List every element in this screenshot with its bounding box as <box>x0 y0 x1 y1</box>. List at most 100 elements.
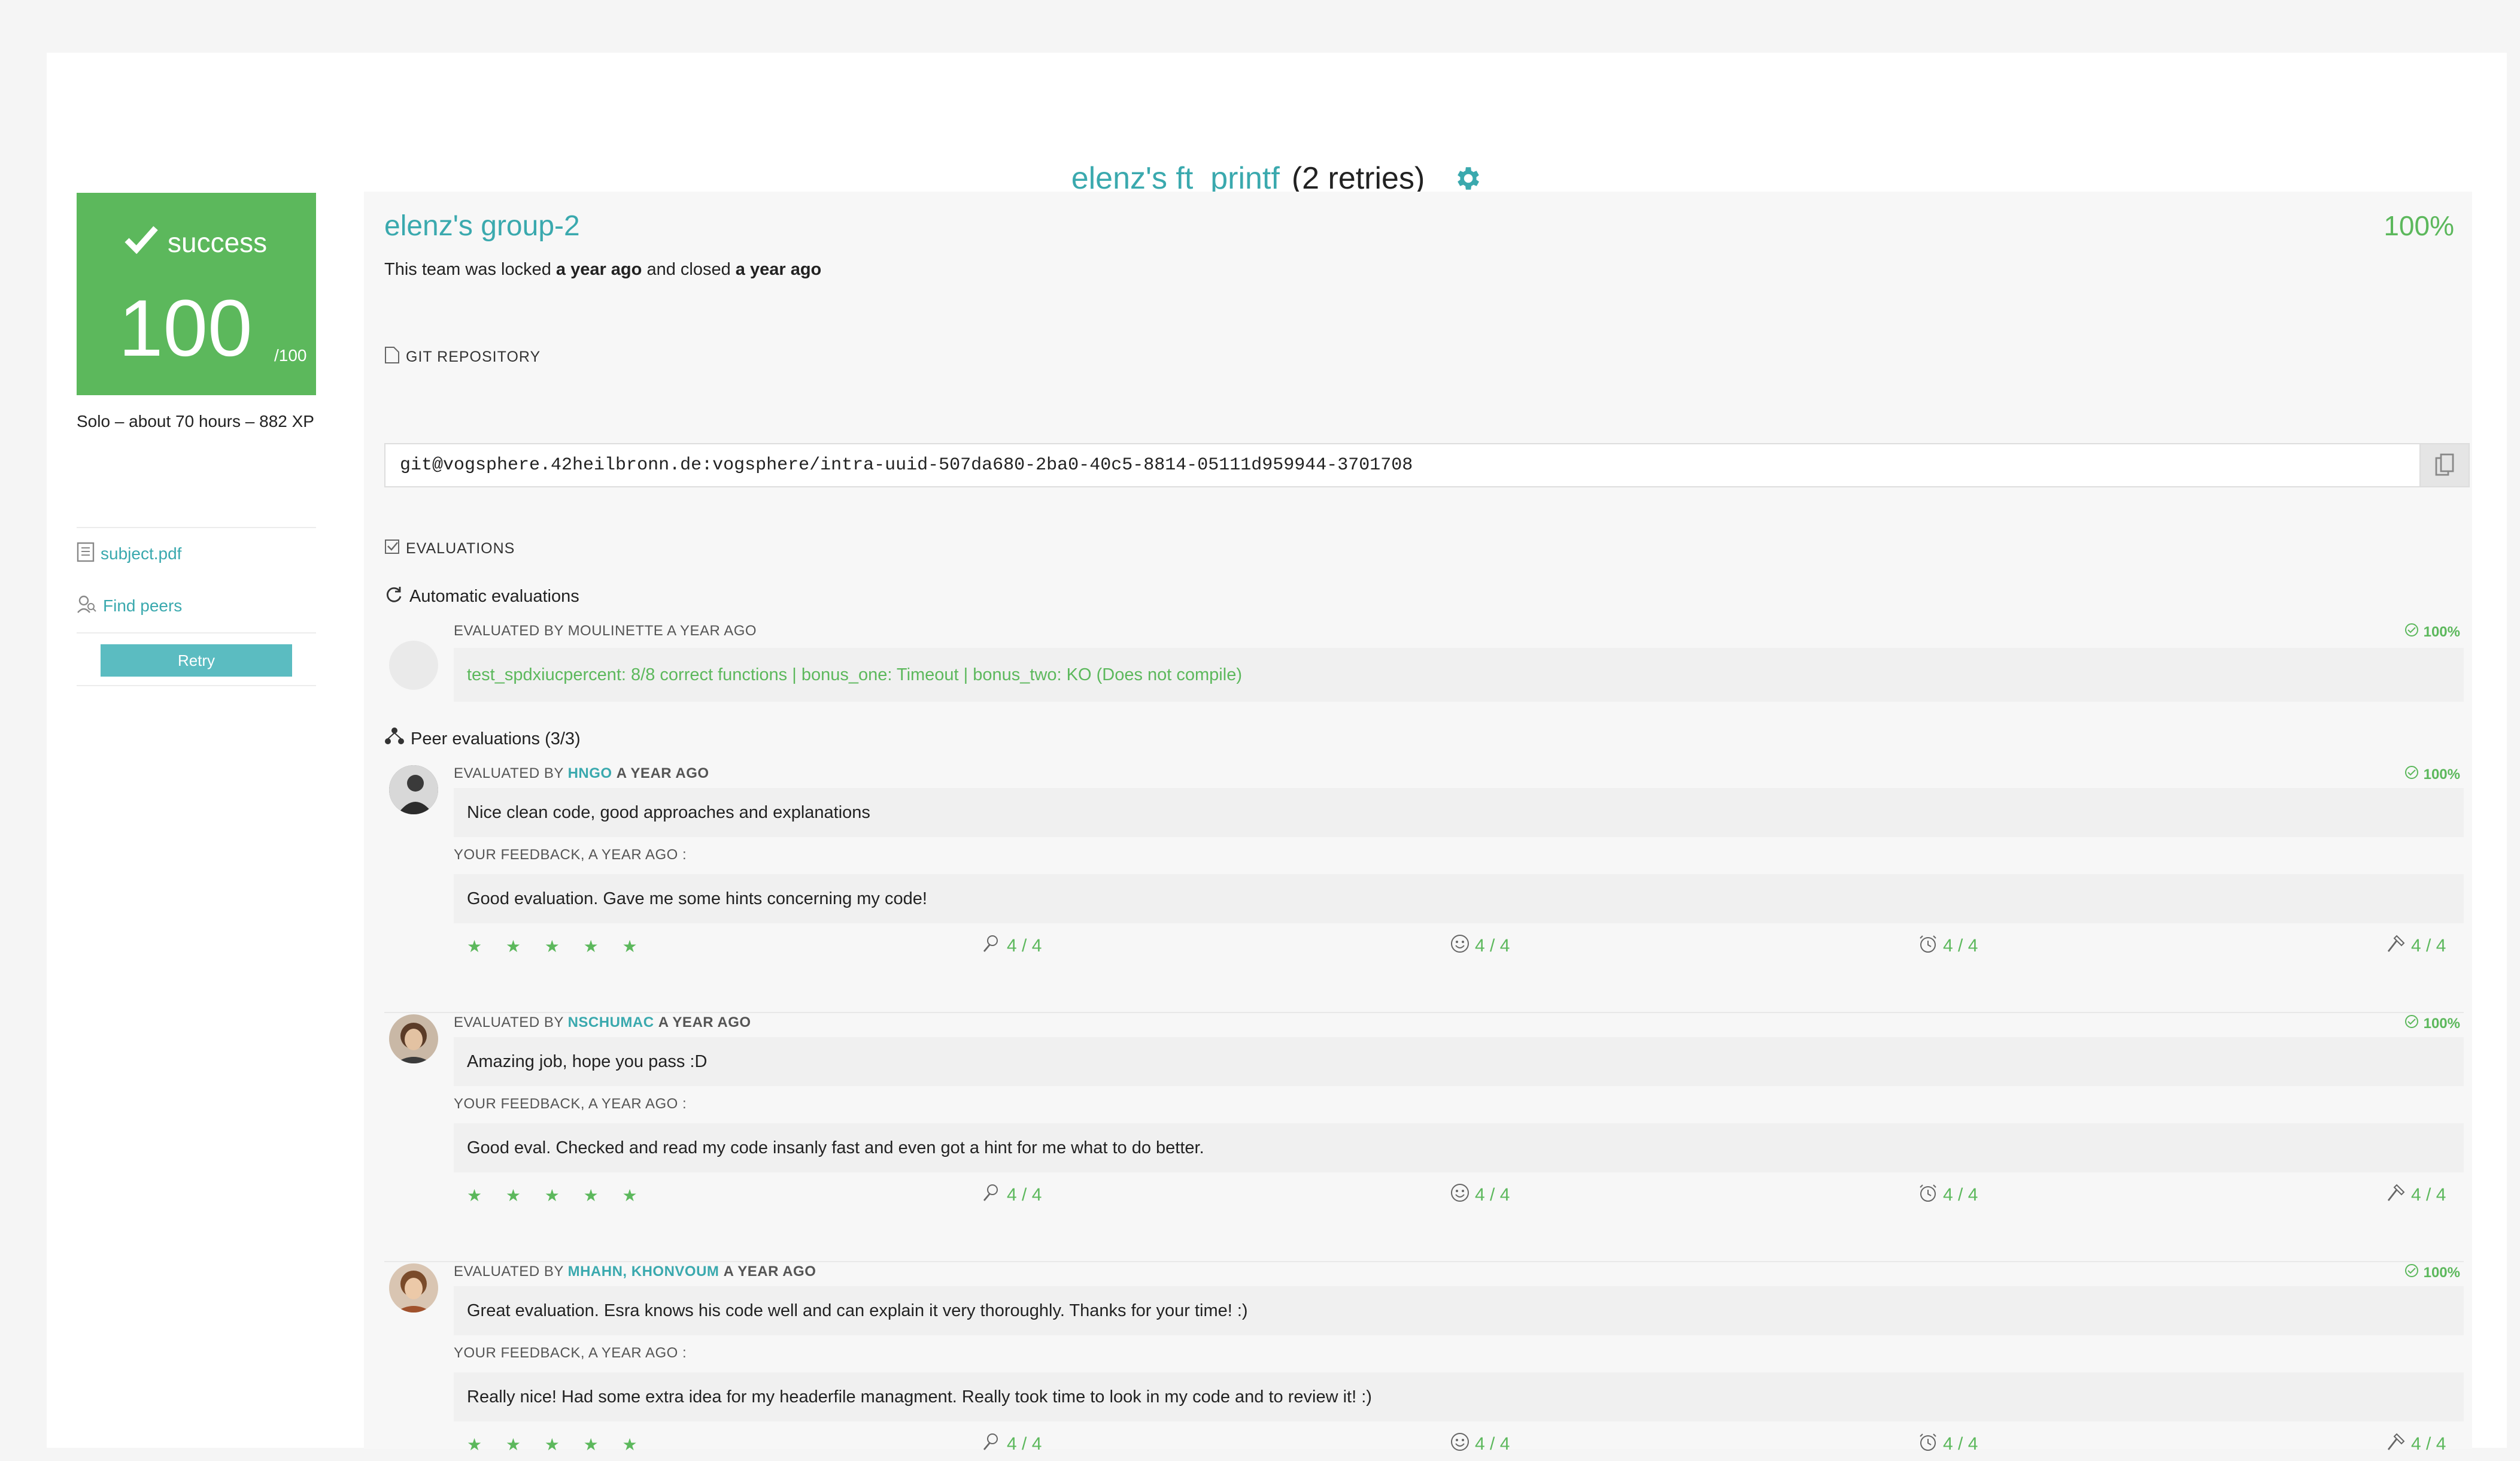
eval-percent: 100% <box>2404 623 2460 641</box>
automatic-heading-text: Automatic evaluations <box>409 586 579 606</box>
retry-button[interactable]: Retry <box>101 644 292 677</box>
automatic-evaluation: EVALUATED BY MOULINETTE A YEAR AGO 100% … <box>384 623 2464 725</box>
evaluated-by: EVALUATED BY MHAHN, KHONVOUM A YEAR AGO <box>454 1263 816 1280</box>
evaluated-by: EVALUATED BY MOULINETTE A YEAR AGO <box>454 623 757 639</box>
project-title-link[interactable]: elenz's ft_printf <box>1071 160 1280 196</box>
gear-icon[interactable] <box>1452 163 1482 193</box>
rating-interested: 4 / 4 <box>1450 1183 1510 1208</box>
smiley-icon <box>1450 933 1470 959</box>
eval-time: A YEAR AGO <box>723 1263 816 1280</box>
divider <box>384 1012 2464 1013</box>
alarm-icon <box>1918 933 1938 959</box>
your-feedback-label: YOUR FEEDBACK, A YEAR AGO : <box>454 1345 687 1361</box>
eval-percent: 100% <box>2404 1014 2460 1033</box>
eval-time: A YEAR AGO <box>658 1014 751 1030</box>
hammer-icon <box>2386 933 2406 959</box>
evaluated-by-prefix: EVALUATED BY <box>454 765 564 781</box>
peer-evaluation: EVALUATED BY NSCHUMAC A YEAR AGO 100% Am… <box>384 1014 2464 1254</box>
rating-nice: 4 / 4 <box>982 933 1042 959</box>
star-rating: ★ ★ ★ ★ ★ <box>467 1435 647 1454</box>
rating-nice: 4 / 4 <box>982 1432 1042 1457</box>
git-repo-url[interactable]: git@vogsphere.42heilbronn.de:vogsphere/i… <box>385 455 2419 475</box>
your-feedback: Good eval. Checked and read my code insa… <box>454 1123 2464 1172</box>
automatic-result: test_spdxiucpercent: 8/8 correct functio… <box>454 648 2464 702</box>
checkmark-icon <box>125 224 158 260</box>
team-locked-info: This team was locked a year ago and clos… <box>384 260 821 280</box>
eval-time: A YEAR AGO <box>616 765 709 781</box>
subject-link-label[interactable]: subject.pdf <box>101 544 181 563</box>
status-max: /100 <box>274 346 307 365</box>
team-panel: elenz's group-2 100% This team was locke… <box>364 192 2472 1454</box>
divider <box>384 1261 2464 1262</box>
smiley-icon <box>1450 1183 1470 1208</box>
automatic-evaluations-heading: Automatic evaluations <box>384 584 579 608</box>
peer-evaluation: EVALUATED BY MHAHN, KHONVOUM A YEAR AGO … <box>384 1263 2464 1461</box>
peers-icon <box>384 727 405 751</box>
document-icon <box>77 542 95 566</box>
closed-prefix: and closed <box>646 260 731 279</box>
evaluator-avatar[interactable] <box>389 765 438 814</box>
evaluator-link[interactable]: NSCHUMAC <box>568 1014 654 1030</box>
check-circle-icon <box>2404 1014 2419 1033</box>
hammer-icon <box>2386 1432 2406 1457</box>
rating-value: 4 / 4 <box>1943 936 1978 956</box>
rating-value: 4 / 4 <box>1943 1434 1978 1454</box>
file-icon <box>384 346 400 368</box>
rating-value: 4 / 4 <box>1943 1185 1978 1205</box>
retries-count: (2 retries) <box>1291 161 1425 196</box>
evaluated-by-prefix: EVALUATED BY <box>454 1014 564 1030</box>
evaluator-link[interactable]: MHAHN, KHONVOUM <box>568 1263 719 1280</box>
evaluator-avatar[interactable] <box>389 1263 438 1313</box>
evaluator-comment: Nice clean code, good approaches and exp… <box>454 788 2464 837</box>
locked-when: a year ago <box>555 260 642 279</box>
your-feedback-label: YOUR FEEDBACK, A YEAR AGO : <box>454 1096 687 1112</box>
feedback-ratings: ★ ★ ★ ★ ★ 4 / 4 4 / 4 4 / 4 4 / 4 <box>454 1427 2464 1461</box>
git-label-text: GIT REPOSITORY <box>406 348 541 365</box>
evaluations-label: EVALUATIONS <box>384 539 515 559</box>
rating-punctuality: 4 / 4 <box>1918 1432 1978 1457</box>
rating-rigorous: 4 / 4 <box>2386 1432 2446 1457</box>
eval-percent-text: 100% <box>2423 1015 2460 1032</box>
feedback-ratings: ★ ★ ★ ★ ★ 4 / 4 4 / 4 4 / 4 4 / 4 <box>454 1178 2464 1212</box>
moulinette-avatar <box>389 641 438 690</box>
rating-value: 4 / 4 <box>2411 1434 2446 1454</box>
evaluated-by: EVALUATED BY HNGO A YEAR AGO <box>454 765 709 782</box>
status-label: success <box>125 224 267 260</box>
closed-when: a year ago <box>735 260 822 279</box>
rating-interested: 4 / 4 <box>1450 933 1510 959</box>
rating-value: 4 / 4 <box>1007 1185 1042 1205</box>
peer-evaluations-heading: Peer evaluations (3/3) <box>384 727 581 751</box>
evaluator-link[interactable]: HNGO <box>568 765 612 781</box>
copy-icon[interactable] <box>2419 444 2469 486</box>
eval-percent-text: 100% <box>2423 766 2460 783</box>
rating-interested: 4 / 4 <box>1450 1432 1510 1457</box>
subject-link[interactable]: subject.pdf <box>77 527 316 580</box>
rating-value: 4 / 4 <box>2411 936 2446 956</box>
evaluator-avatar[interactable] <box>389 1014 438 1063</box>
star-rating: ★ ★ ★ ★ ★ <box>467 1186 647 1205</box>
eval-percent-text: 100% <box>2423 623 2460 640</box>
evaluations-label-text: EVALUATIONS <box>406 540 515 557</box>
team-percent: 100% <box>2384 210 2454 241</box>
peer-evaluation: EVALUATED BY HNGO A YEAR AGO 100% Nice c… <box>384 765 2464 1005</box>
find-peers-icon <box>77 595 97 618</box>
star-rating: ★ ★ ★ ★ ★ <box>467 936 647 956</box>
locked-prefix: This team was locked <box>384 260 551 279</box>
team-name[interactable]: elenz's group-2 <box>384 210 580 243</box>
git-repo-field[interactable]: git@vogsphere.42heilbronn.de:vogsphere/i… <box>384 443 2470 487</box>
find-peers-label[interactable]: Find peers <box>103 596 182 616</box>
rating-value: 4 / 4 <box>1475 1434 1510 1454</box>
peer-heading-text: Peer evaluations (3/3) <box>411 729 581 748</box>
your-feedback-label: YOUR FEEDBACK, A YEAR AGO : <box>454 847 687 863</box>
pen-icon <box>982 1432 1002 1457</box>
check-circle-icon <box>2404 623 2419 641</box>
status-score: 100 <box>119 284 253 373</box>
rating-value: 4 / 4 <box>1007 936 1042 956</box>
eval-percent: 100% <box>2404 1263 2460 1282</box>
hammer-icon <box>2386 1183 2406 1208</box>
find-peers-link[interactable]: Find peers <box>77 580 316 632</box>
feedback-ratings: ★ ★ ★ ★ ★ 4 / 4 4 / 4 4 / 4 4 / 4 <box>454 929 2464 963</box>
rating-value: 4 / 4 <box>1475 936 1510 956</box>
rating-nice: 4 / 4 <box>982 1183 1042 1208</box>
git-repository-label: GIT REPOSITORY <box>384 346 541 368</box>
